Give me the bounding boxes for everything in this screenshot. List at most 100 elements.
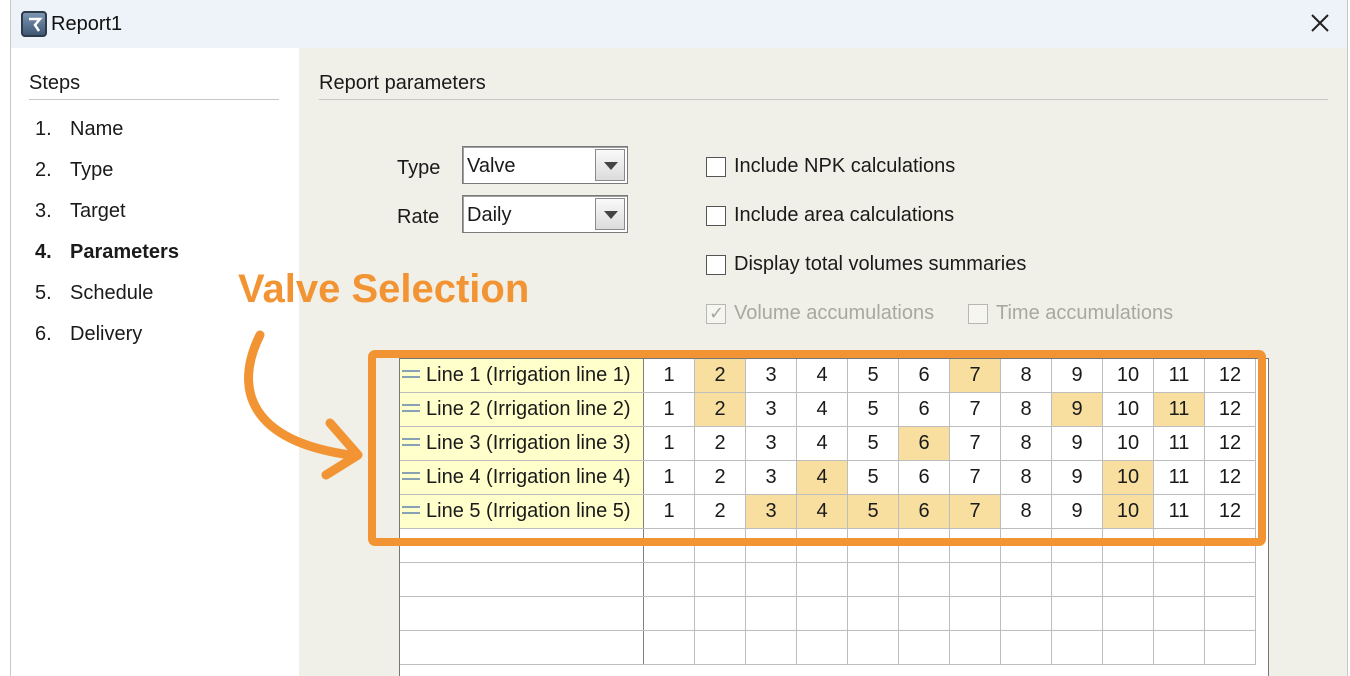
valve-cell[interactable] [848, 597, 899, 630]
type-dropdown[interactable]: Valve [462, 146, 628, 184]
option-checkbox-2[interactable]: Include area calculations [706, 204, 954, 227]
valve-cell[interactable]: 4 [797, 359, 848, 392]
valve-cell[interactable] [695, 563, 746, 596]
valve-cell[interactable]: 12 [1205, 495, 1256, 528]
valve-cell[interactable]: 2 [695, 495, 746, 528]
valve-cell[interactable]: 3 [746, 461, 797, 494]
checkbox-icon[interactable] [706, 156, 726, 177]
valve-cell[interactable]: 12 [1205, 427, 1256, 460]
valve-cell[interactable]: 8 [1001, 495, 1052, 528]
valve-cell[interactable] [848, 529, 899, 562]
valve-cell[interactable]: 2 [695, 427, 746, 460]
checkbox-icon[interactable] [706, 254, 726, 275]
valve-cell-selected[interactable]: 2 [695, 359, 746, 392]
valve-cell[interactable]: 5 [848, 393, 899, 426]
valve-cell[interactable]: 5 [848, 461, 899, 494]
rate-dropdown[interactable]: Daily [462, 195, 628, 233]
valve-cell-selected[interactable]: 7 [950, 359, 1001, 392]
valve-cell[interactable] [1001, 597, 1052, 630]
valve-cell[interactable] [746, 631, 797, 664]
valve-cell-selected[interactable]: 7 [950, 495, 1001, 528]
valve-cell[interactable]: 1 [644, 427, 695, 460]
valve-cell[interactable] [899, 529, 950, 562]
valve-cell[interactable]: 3 [746, 359, 797, 392]
valve-cell[interactable] [1001, 529, 1052, 562]
valve-cell[interactable]: 7 [950, 393, 1001, 426]
valve-cell-selected[interactable]: 6 [899, 495, 950, 528]
valve-cell[interactable] [746, 597, 797, 630]
valve-cell[interactable]: 7 [950, 427, 1001, 460]
valve-cell-selected[interactable]: 3 [746, 495, 797, 528]
valve-cell[interactable] [1001, 631, 1052, 664]
valve-cell[interactable] [899, 631, 950, 664]
step-item-2[interactable]: 2. Type [35, 159, 113, 182]
option-checkbox-3[interactable]: Display total volumes summaries [706, 253, 1026, 276]
valve-cell[interactable]: 8 [1001, 427, 1052, 460]
valve-cell[interactable]: 3 [746, 427, 797, 460]
valve-cell[interactable]: 11 [1154, 427, 1205, 460]
valve-cell[interactable] [746, 563, 797, 596]
rate-dropdown-arrow-icon[interactable] [595, 198, 625, 230]
valve-cell-selected[interactable]: 10 [1103, 495, 1154, 528]
valve-cell[interactable] [1205, 563, 1256, 596]
valve-cell[interactable] [797, 563, 848, 596]
valve-cell[interactable]: 9 [1052, 495, 1103, 528]
step-item-4[interactable]: 4. Parameters [35, 241, 179, 264]
valve-cell[interactable] [746, 529, 797, 562]
type-dropdown-arrow-icon[interactable] [595, 149, 625, 181]
valve-cell[interactable]: 1 [644, 393, 695, 426]
valve-cell[interactable] [950, 563, 1001, 596]
valve-cell[interactable]: 8 [1001, 359, 1052, 392]
valve-cell[interactable] [1052, 597, 1103, 630]
valve-cell[interactable]: 12 [1205, 393, 1256, 426]
option-checkbox-1[interactable]: Include NPK calculations [706, 155, 955, 178]
valve-cell[interactable] [695, 631, 746, 664]
valve-cell[interactable] [644, 631, 695, 664]
valve-cell[interactable]: 2 [695, 461, 746, 494]
valve-cell[interactable] [1001, 563, 1052, 596]
valve-cell[interactable]: 3 [746, 393, 797, 426]
valve-cell[interactable] [644, 529, 695, 562]
valve-cell[interactable] [848, 631, 899, 664]
valve-cell[interactable]: 6 [899, 359, 950, 392]
valve-cell-selected[interactable]: 9 [1052, 393, 1103, 426]
valve-cell[interactable] [1205, 597, 1256, 630]
valve-cell[interactable] [1154, 631, 1205, 664]
valve-cell[interactable]: 1 [644, 461, 695, 494]
valve-cell[interactable]: 10 [1103, 393, 1154, 426]
valve-cell[interactable]: 12 [1205, 359, 1256, 392]
line-name-cell[interactable]: Line 1 (Irrigation line 1) [400, 359, 644, 392]
valve-cell[interactable] [1103, 529, 1154, 562]
valve-line-row[interactable]: Line 4 (Irrigation line 4) 1 2 3 4 5 6 7 8 9 10 11 1… [400, 461, 1256, 495]
valve-cell[interactable] [644, 563, 695, 596]
valve-cell[interactable]: 4 [797, 427, 848, 460]
valve-cell[interactable] [695, 597, 746, 630]
valve-cell[interactable] [848, 563, 899, 596]
valve-cell[interactable]: 9 [1052, 461, 1103, 494]
step-item-1[interactable]: 1. Name [35, 118, 123, 141]
step-item-6[interactable]: 6. Delivery [35, 323, 142, 346]
valve-cell[interactable]: 9 [1052, 427, 1103, 460]
valve-cell[interactable] [1154, 597, 1205, 630]
valve-cell[interactable] [899, 597, 950, 630]
valve-cell[interactable]: 4 [797, 393, 848, 426]
valve-cell[interactable]: 6 [899, 461, 950, 494]
valve-cell[interactable]: 10 [1103, 427, 1154, 460]
line-name-cell[interactable]: Line 5 (Irrigation line 5) [400, 495, 644, 528]
valve-cell[interactable]: 11 [1154, 461, 1205, 494]
valve-cell-selected[interactable]: 10 [1103, 461, 1154, 494]
valve-cell[interactable] [644, 597, 695, 630]
line-name-cell[interactable]: Line 2 (Irrigation line 2) [400, 393, 644, 426]
valve-cell[interactable]: 12 [1205, 461, 1256, 494]
valve-line-row[interactable]: Line 5 (Irrigation line 5) 1 2 3 4 5 6 7 8 9 10 11 1… [400, 495, 1256, 529]
valve-cell[interactable] [1205, 631, 1256, 664]
valve-cell[interactable] [950, 631, 1001, 664]
valve-cell[interactable]: 8 [1001, 461, 1052, 494]
valve-cell[interactable]: 10 [1103, 359, 1154, 392]
valve-cell-selected[interactable]: 6 [899, 427, 950, 460]
valve-cell[interactable] [797, 529, 848, 562]
valve-line-row[interactable]: Line 2 (Irrigation line 2) 1 2 3 4 5 6 7 8 9 10 11 1… [400, 393, 1256, 427]
valve-cell[interactable] [1205, 529, 1256, 562]
valve-cell[interactable] [1103, 631, 1154, 664]
checkbox-icon[interactable] [706, 205, 726, 226]
